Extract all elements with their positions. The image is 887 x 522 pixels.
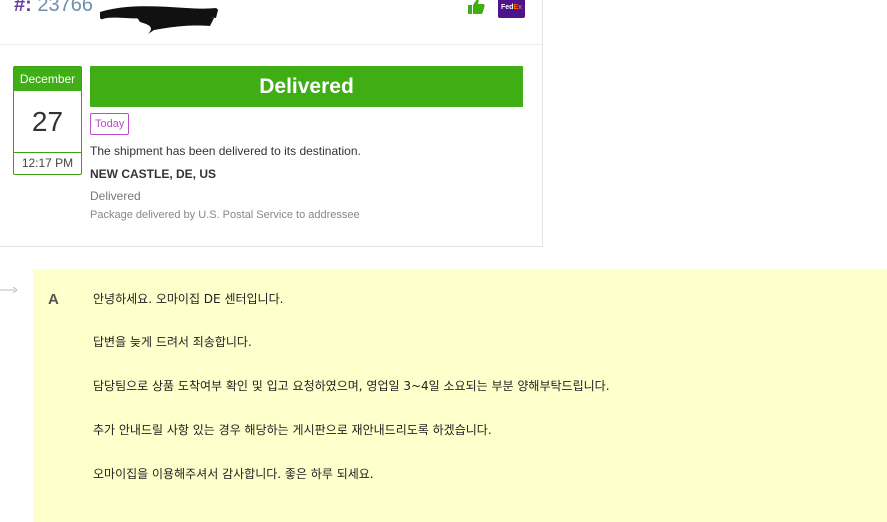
tracking-hash: #:: [14, 0, 32, 16]
event-time: 12:17 PM: [14, 152, 81, 174]
event-message: The shipment has been delivered to its d…: [90, 144, 361, 158]
answer-line: 오마이집을 이용해주셔서 감사합니다. 좋은 하루 되세요.: [93, 467, 374, 481]
fedex-logo-fed: Fed: [500, 4, 514, 11]
thumbs-up-icon[interactable]: [467, 0, 485, 14]
answer-line: 담당팀으로 상품 도착여부 확인 및 입고 요청하였으며, 영업일 3~4일 소…: [93, 379, 610, 393]
status-banner: Delivered: [90, 66, 523, 107]
answer-panel: A 안녕하세요. 오마이집 DE 센터입니다. 답변을 늦게 드려서 죄송합니다…: [33, 269, 887, 522]
tracking-card: #: 23766 FedEx December 27 12:17 PM Deli…: [0, 0, 543, 247]
fedex-logo-ex: Ex: [513, 4, 522, 11]
event-location: NEW CASTLE, DE, US: [90, 167, 217, 181]
answer-label: A: [48, 291, 59, 308]
event-status-detail: Delivered: [90, 189, 141, 203]
today-badge: Today: [90, 113, 130, 135]
answer-line: 안녕하세요. 오마이집 DE 센터입니다.: [93, 292, 284, 306]
redaction-scribble: [100, 6, 218, 35]
fedex-logo: FedEx: [498, 0, 525, 18]
tracking-number-text: 23766: [37, 0, 93, 16]
event-date-box: December 27 12:17 PM: [13, 66, 82, 175]
divider: [0, 44, 542, 45]
answer-line: 답변을 늦게 드려서 죄송합니다.: [93, 335, 252, 349]
tracking-number: #: 23766: [14, 0, 93, 17]
answer-line: 추가 안내드릴 사항 있는 경우 해당하는 게시판으로 재안내드리도록 하겠습니…: [93, 423, 492, 437]
event-month: December: [14, 67, 81, 91]
event-note: Package delivered by U.S. Postal Service…: [90, 209, 360, 221]
arrow-icon: [0, 287, 18, 293]
event-day: 27: [31, 106, 64, 137]
